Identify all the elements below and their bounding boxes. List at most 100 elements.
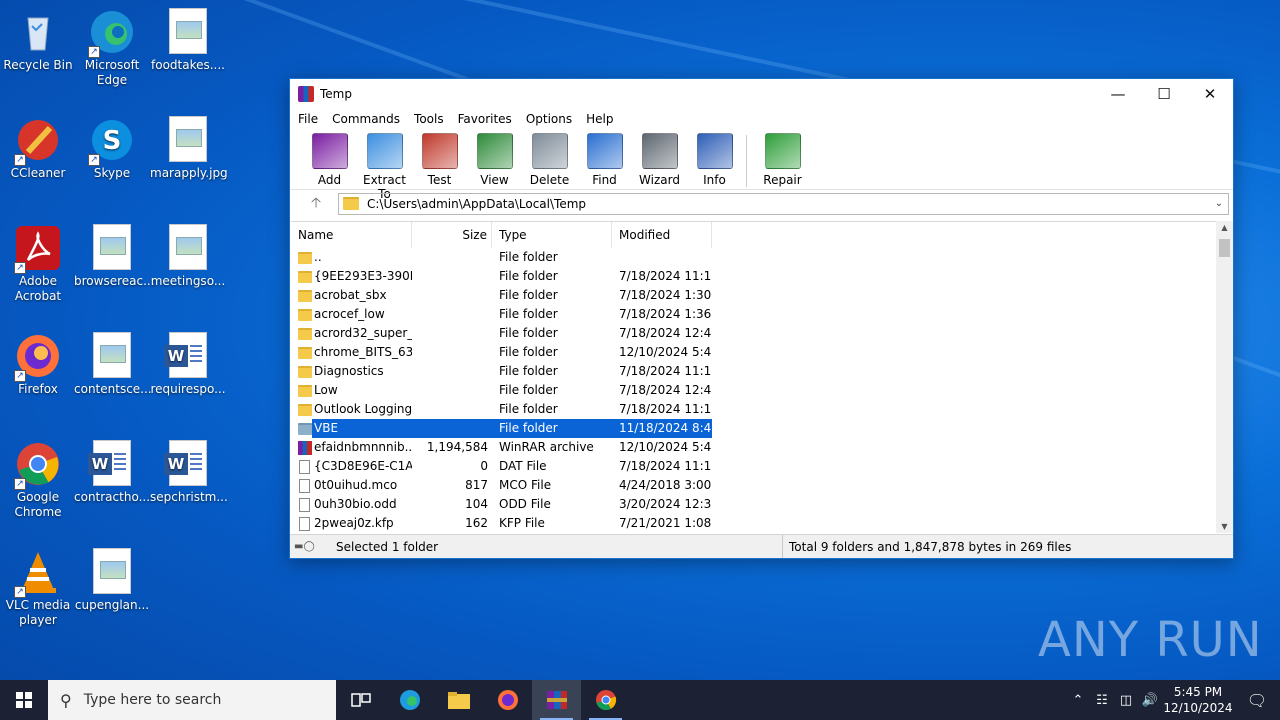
- taskbar-search[interactable]: ⚲ Type here to search: [48, 680, 336, 720]
- file-row[interactable]: 0uh30bio.odd 104 ODD File 3/20/2024 12:3...: [291, 495, 1232, 514]
- file-row[interactable]: 2pweaj0z.kfp 162 KFP File 7/21/2021 1:08 ..…: [291, 514, 1232, 533]
- menu-item[interactable]: Favorites: [458, 112, 512, 126]
- chevron-down-icon[interactable]: ⌄: [1210, 198, 1228, 209]
- up-one-level-icon[interactable]: 🡡: [294, 192, 338, 216]
- file-type: File folder: [499, 345, 558, 359]
- winrar-icon: [546, 691, 567, 709]
- toolbar-button-extract-to[interactable]: Extract To: [357, 133, 412, 201]
- folder-icon: [298, 308, 312, 321]
- clock[interactable]: 5:45 PM 12/10/2024: [1162, 684, 1234, 716]
- desktop-icon[interactable]: marapply.jpg: [150, 116, 228, 181]
- close-button[interactable]: ✕: [1187, 79, 1233, 109]
- clock-time: 5:45 PM: [1173, 685, 1223, 699]
- taskbar-firefox[interactable]: [483, 680, 532, 720]
- toolbar-label: Repair: [763, 173, 802, 187]
- file-row[interactable]: chrome_BITS_63... File folder 12/10/2024 5…: [291, 343, 1232, 362]
- desktop-icon[interactable]: ↗ Microsoft Edge: [74, 8, 150, 88]
- desktop-icon[interactable]: requirespo...: [150, 332, 226, 397]
- menu-item[interactable]: Tools: [414, 112, 444, 126]
- maximize-button[interactable]: ☐: [1141, 79, 1187, 109]
- volume-icon[interactable]: 🔊: [1138, 693, 1162, 708]
- desktop-icon[interactable]: sepchristm...: [150, 440, 228, 505]
- toolbar-button-add[interactable]: Add: [302, 133, 357, 187]
- taskbar-chrome[interactable]: [581, 680, 630, 720]
- desktop-icon[interactable]: meetingso...: [150, 224, 226, 289]
- word-file-icon: [164, 332, 212, 380]
- desktop-icon[interactable]: contractho...: [74, 440, 150, 505]
- file-modified: 3/20/2024 12:3...: [619, 497, 712, 511]
- menu-item[interactable]: Options: [526, 112, 572, 126]
- file-row[interactable]: 0t0uihud.mco 817 MCO File 4/24/2018 3:00 ..…: [291, 476, 1232, 495]
- menu-item[interactable]: Help: [586, 112, 613, 126]
- taskbar-file-explorer[interactable]: [434, 680, 483, 720]
- toolbar-label: Find: [592, 173, 617, 187]
- desktop-icon[interactable]: Recycle Bin: [0, 8, 76, 73]
- taskbar-edge[interactable]: [385, 680, 434, 720]
- file-size: 1,194,584: [426, 440, 488, 454]
- desktop-icon[interactable]: contentsce...: [74, 332, 152, 397]
- file-row[interactable]: {9EE293E3-390D... File folder 7/18/2024 11…: [291, 267, 1232, 286]
- file-row[interactable]: Outlook Logging File folder 7/18/2024 11:1…: [291, 400, 1232, 419]
- skype-icon: S ↗: [88, 116, 136, 166]
- chevron-up-icon[interactable]: ⌃: [1066, 693, 1090, 708]
- repair-icon: [764, 133, 801, 169]
- desktop-icon-label: meetingso...: [150, 274, 226, 288]
- sort-ascending-icon: ⌃: [348, 221, 356, 229]
- scroll-down-icon[interactable]: ▼: [1216, 522, 1233, 531]
- file-row[interactable]: .. File folder: [291, 248, 1232, 267]
- toolbar-button-info[interactable]: Info: [687, 133, 742, 187]
- menu-item[interactable]: Commands: [332, 112, 400, 126]
- menu-bar: File Commands Tools Favorites Options Help: [290, 109, 1233, 129]
- file-row[interactable]: acrocef_low File folder 7/18/2024 1:36 ...: [291, 305, 1232, 324]
- drive-icon[interactable]: ▬◯: [290, 541, 330, 552]
- desktop-icon[interactable]: ↗ CCleaner: [0, 116, 76, 181]
- column-modified[interactable]: Modified: [612, 222, 712, 248]
- desktop-icon[interactable]: ↗ Firefox: [0, 332, 76, 397]
- file-row[interactable]: efaidnbmnnnib... 1,194,584 WinRAR archive 1…: [291, 438, 1232, 457]
- file-row[interactable]: Diagnostics File folder 7/18/2024 11:1...: [291, 362, 1232, 381]
- start-button[interactable]: [0, 680, 48, 720]
- desktop-icon[interactable]: S ↗ Skype: [74, 116, 150, 181]
- desktop-icon[interactable]: ↗ Google Chrome: [0, 440, 76, 520]
- file-row[interactable]: {C3D8E96E-C1A... 0 DAT File 7/18/2024 11:1.…: [291, 457, 1232, 476]
- toolbar-label: Add: [317, 173, 342, 187]
- taskbar-winrar[interactable]: [532, 680, 581, 720]
- title-bar[interactable]: Temp — ☐ ✕: [290, 79, 1233, 109]
- column-type[interactable]: Type: [492, 222, 612, 248]
- minimize-button[interactable]: —: [1095, 79, 1141, 109]
- column-size[interactable]: Size: [412, 222, 492, 248]
- column-headers: ⌃ Name Size Type Modified: [291, 222, 1232, 248]
- watermark: ANY RUN: [1038, 612, 1263, 668]
- toolbar-button-delete[interactable]: Delete: [522, 133, 577, 187]
- toolbar-button-test[interactable]: Test: [412, 133, 467, 187]
- desktop-icon[interactable]: browsereac...: [74, 224, 155, 289]
- file-row[interactable]: VBE File folder11/18/2024 8:4...: [291, 419, 1232, 438]
- toolbar-label: Info: [703, 173, 726, 187]
- status-selection: Selected 1 folder: [336, 539, 439, 554]
- notification-icon[interactable]: 🗨: [1234, 691, 1280, 710]
- toolbar-button-repair[interactable]: Repair: [755, 133, 810, 187]
- file-row[interactable]: Low File folder 7/18/2024 12:4...: [291, 381, 1232, 400]
- scroll-up-icon[interactable]: ▲: [1216, 223, 1233, 232]
- desktop-icon[interactable]: foodtakes....: [150, 8, 226, 73]
- vertical-scrollbar[interactable]: ▲ ▼: [1216, 221, 1233, 533]
- toolbar-button-wizard[interactable]: Wizard: [632, 133, 687, 187]
- winrar-window: Temp — ☐ ✕ File Commands Tools Favorites Opt…: [289, 78, 1234, 559]
- file-row[interactable]: acrobat_sbx File folder 7/18/2024 1:30 ...: [291, 286, 1232, 305]
- address-field[interactable]: C:\Users\admin\AppData\Local\Temp ⌄: [338, 192, 1229, 215]
- scroll-thumb[interactable]: [1219, 239, 1230, 257]
- status-bar: ▬◯ Selected 1 folder Total 9 folders and…: [290, 534, 1233, 558]
- desktop-icon[interactable]: ↗ VLC media player: [0, 548, 76, 628]
- file-type: KFP File: [499, 516, 545, 530]
- desktop-icon[interactable]: ↗ Adobe Acrobat: [0, 224, 76, 304]
- file-row[interactable]: acrord32_super_... File folder 7/18/2024 1…: [291, 324, 1232, 343]
- device-icon[interactable]: ☷: [1090, 693, 1114, 708]
- menu-item[interactable]: File: [298, 112, 318, 126]
- toolbar-label: Wizard: [639, 173, 680, 187]
- toolbar-button-find[interactable]: Find: [577, 133, 632, 187]
- task-view-button[interactable]: [336, 680, 385, 720]
- file-name: 0uh30bio.odd: [314, 497, 397, 511]
- desktop-icon[interactable]: cupenglan...: [74, 548, 150, 613]
- network-icon[interactable]: ◫: [1114, 693, 1138, 708]
- toolbar-button-view[interactable]: View: [467, 133, 522, 187]
